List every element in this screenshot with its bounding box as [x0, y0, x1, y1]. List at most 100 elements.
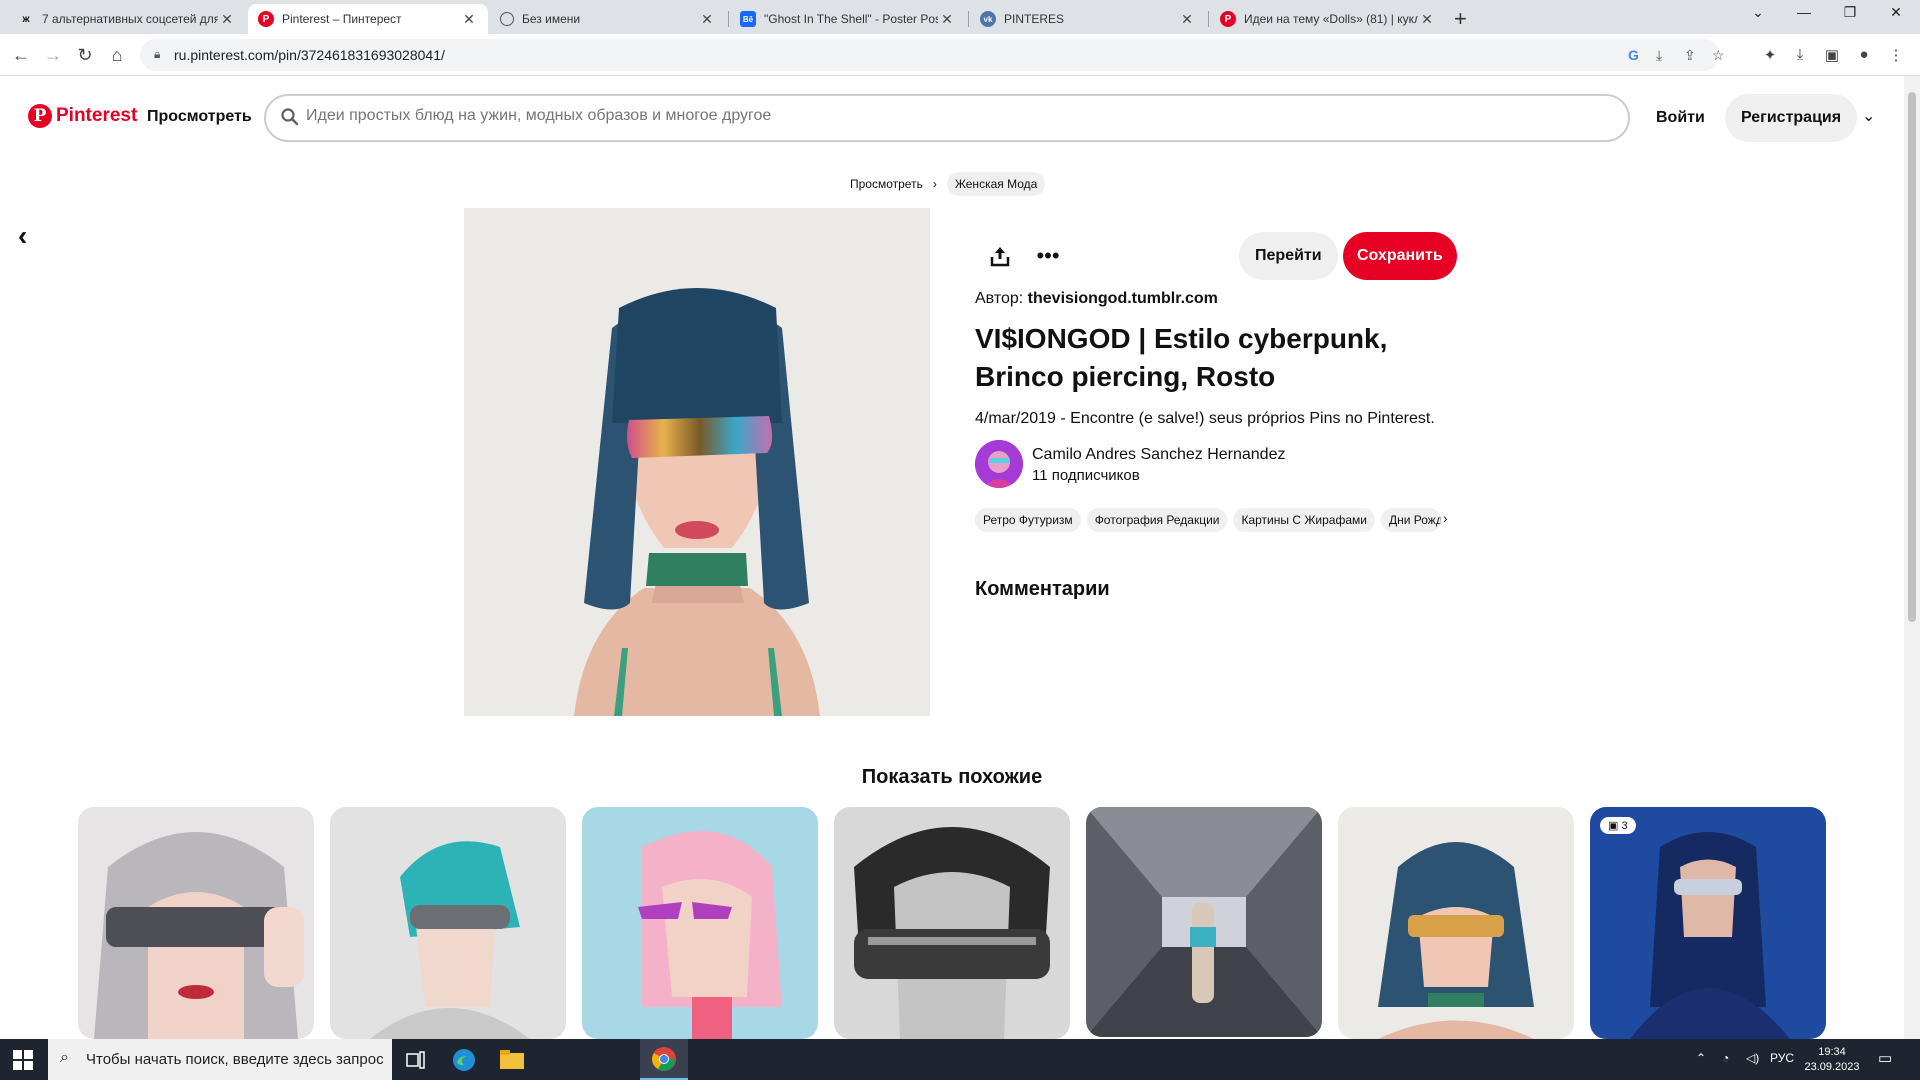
lock-icon: 🔒︎ [154, 47, 161, 61]
url-text: ru.pinterest.com/pin/372461831693028041/ [174, 47, 445, 63]
user-name[interactable]: Camilo Andres Sanchez Hernandez [1032, 446, 1285, 464]
forward-icon[interactable]: → [40, 42, 66, 68]
close-tab-icon[interactable]: ✕ [218, 11, 236, 28]
tab-5[interactable]: vk PINTERES ✕ [970, 4, 1206, 34]
grid-pin-card[interactable] [582, 807, 818, 1039]
notifications-icon[interactable]: ▭ [1878, 1049, 1892, 1067]
grid-pin-card[interactable]: ▣ 3 [1590, 807, 1826, 1039]
author-line: Автор: thevisiongod.tumblr.com [975, 290, 1218, 308]
grid-pin-card[interactable] [1086, 807, 1322, 1037]
side-panel-icon[interactable]: ▣ [1822, 46, 1842, 64]
extensions-icon[interactable]: ✦ [1760, 46, 1780, 64]
tab-2-active[interactable]: P Pinterest – Пинтерест ✕ [248, 4, 488, 34]
grid-pin-card[interactable] [1338, 807, 1574, 1039]
close-tab-icon[interactable]: ✕ [1418, 11, 1436, 28]
close-tab-icon[interactable]: ✕ [460, 11, 478, 28]
windows-start-icon[interactable] [12, 1049, 34, 1071]
tab-1[interactable]: ж 7 альтернативных соцсетей для ✕ [8, 4, 246, 34]
tab-title: PINTERES [1004, 12, 1065, 26]
install-icon[interactable]: ⤓ [1656, 47, 1662, 64]
bookmark-star-icon[interactable]: ☆ [1712, 47, 1725, 64]
login-button[interactable]: Войти [1640, 94, 1721, 142]
edge-icon[interactable] [440, 1039, 488, 1080]
globe-icon [500, 12, 514, 26]
grid-pin-card[interactable] [834, 807, 1070, 1039]
author-site-link[interactable]: thevisiongod.tumblr.com [1028, 290, 1218, 307]
clock-date: 23.09.2023 [1804, 1061, 1860, 1073]
tag-chip[interactable]: Дни Рождения [1380, 508, 1441, 532]
back-icon[interactable]: ← [8, 42, 34, 68]
search-icon: ⌕ [60, 1049, 69, 1066]
more-options-icon[interactable]: ••• [1028, 236, 1068, 276]
tab-4[interactable]: Bē "Ghost In The Shell" - Poster Pos ✕ [730, 4, 966, 34]
share-icon[interactable]: ⇪ [1684, 47, 1696, 64]
network-icon[interactable]: ◔ [1722, 1051, 1729, 1065]
breadcrumb: Просмотреть › Женская Мода [850, 172, 1046, 196]
breadcrumb-current[interactable]: Женская Мода [946, 172, 1046, 196]
tab-separator [1208, 11, 1209, 27]
tab-title: Идеи на тему «Dolls» (81) | кукл [1244, 12, 1418, 26]
task-view-icon[interactable] [392, 1039, 440, 1080]
address-bar[interactable]: 🔒︎ ru.pinterest.com/pin/3724618316930280… [140, 39, 1725, 71]
tag-chip[interactable]: Картины С Жирафами [1233, 508, 1375, 532]
avatar[interactable] [975, 440, 1023, 488]
close-tab-icon[interactable]: ✕ [1178, 11, 1196, 28]
pinterest-favicon-icon: P [258, 11, 274, 27]
pin-description: 4/mar/2019 - Encontre (e salve!) seus pr… [975, 410, 1435, 427]
new-tab-icon[interactable]: + [1454, 6, 1467, 32]
close-window-icon[interactable]: ✕ [1876, 4, 1916, 21]
pin-image[interactable] [464, 208, 930, 716]
tab-favicon-icon: ж [22, 13, 30, 25]
page-scrollbar[interactable] [1904, 76, 1920, 1039]
comments-title: Комментарии [975, 578, 1110, 600]
back-arrow-icon[interactable]: ‹ [18, 220, 27, 252]
home-icon[interactable]: ⌂ [104, 42, 130, 68]
system-clock[interactable]: 19:34 23.09.2023 [1800, 1045, 1864, 1075]
grid-pin-card[interactable] [78, 807, 314, 1039]
downloads-icon[interactable]: ⤓ [1790, 46, 1810, 63]
save-button[interactable]: Сохранить [1343, 232, 1457, 280]
pinterest-logo[interactable]: P Pinterest [28, 104, 137, 128]
behance-favicon-icon: Bē [740, 11, 756, 27]
file-explorer-icon[interactable] [488, 1039, 536, 1080]
clock-time: 19:34 [1818, 1046, 1846, 1058]
chevron-down-icon[interactable]: ⌄ [1862, 106, 1875, 126]
grid-pin-card[interactable] [330, 807, 566, 1039]
author-label: Автор: [975, 290, 1024, 307]
restore-icon[interactable]: ❐ [1830, 4, 1870, 21]
board-count-badge: ▣ 3 [1600, 817, 1636, 834]
chevron-right-icon: › [932, 177, 937, 191]
tag-chip[interactable]: Ретро Футуризм [975, 508, 1081, 532]
pin-thumbnail [1086, 807, 1322, 1037]
tab-separator [728, 11, 729, 27]
share-upload-icon[interactable] [980, 236, 1020, 276]
volume-icon[interactable]: ◁) [1746, 1051, 1759, 1065]
goto-button[interactable]: Перейти [1239, 232, 1338, 280]
search-bar[interactable] [264, 94, 1630, 142]
tab-separator [968, 11, 969, 27]
signup-button[interactable]: Регистрация [1725, 94, 1858, 142]
menu-kebab-icon[interactable]: ⋮ [1886, 46, 1906, 64]
tray-expand-icon[interactable]: ⌃ [1696, 1051, 1706, 1065]
tag-chip[interactable]: Фотография Редакции [1086, 508, 1228, 532]
profile-icon[interactable]: ● [1854, 46, 1874, 63]
chrome-icon[interactable] [640, 1039, 688, 1080]
pin-thumbnail [1338, 807, 1574, 1039]
language-indicator[interactable]: РУС [1770, 1051, 1794, 1065]
taskbar-search[interactable]: ⌕ Чтобы начать поиск, введите здесь запр… [48, 1039, 392, 1080]
close-tab-icon[interactable]: ✕ [938, 11, 956, 28]
explore-link[interactable]: Просмотреть [147, 108, 252, 126]
close-tab-icon[interactable]: ✕ [698, 11, 716, 28]
browser-tab-bar: ж 7 альтернативных соцсетей для ✕ P Pint… [0, 0, 1920, 34]
scrollbar-thumb[interactable] [1908, 92, 1916, 622]
pin-thumbnail [834, 807, 1070, 1039]
tab-search-chevron-icon[interactable]: ⌄ [1738, 4, 1778, 21]
search-input[interactable] [306, 107, 1606, 125]
reload-icon[interactable]: ↻ [72, 42, 98, 68]
chevron-right-icon[interactable]: › [1443, 510, 1448, 526]
tab-6[interactable]: P Идеи на тему «Dolls» (81) | кукл ✕ [1210, 4, 1446, 34]
tab-3[interactable]: Без имени ✕ [490, 4, 726, 34]
minimize-icon[interactable]: — [1784, 4, 1824, 20]
breadcrumb-root[interactable]: Просмотреть [850, 177, 923, 191]
google-translate-icon[interactable]: G [1628, 47, 1639, 63]
